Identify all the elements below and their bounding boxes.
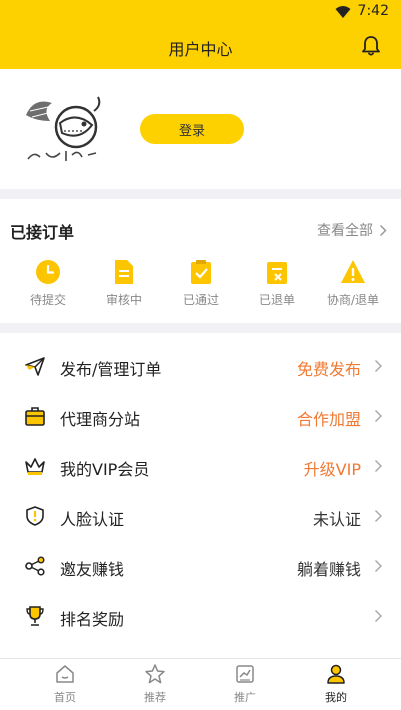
menu-value: 升级VIP bbox=[303, 460, 361, 479]
menu-label: 人脸认证 bbox=[60, 510, 125, 529]
user-icon bbox=[327, 664, 345, 684]
chart-icon bbox=[236, 665, 254, 683]
clipboard-x-icon bbox=[267, 262, 287, 284]
menu-label: 邀友赚钱 bbox=[60, 560, 125, 579]
clock-icon bbox=[36, 260, 60, 284]
bell-icon[interactable] bbox=[359, 34, 383, 58]
menu-item-publish-orders[interactable]: 发布/管理订单 免费发布 bbox=[0, 342, 401, 392]
tab-home[interactable]: 首页 bbox=[35, 663, 95, 709]
menu-label: 代理商分站 bbox=[60, 410, 141, 429]
view-all-link[interactable]: 查看全部 bbox=[317, 220, 387, 240]
menu-item-ranking-rewards[interactable]: 排名奖励 bbox=[0, 592, 401, 642]
menu-label: 发布/管理订单 bbox=[60, 360, 162, 379]
warning-icon bbox=[341, 260, 365, 283]
status-time: 7:42 bbox=[357, 3, 389, 19]
order-status-negotiation[interactable]: 协商/退单 bbox=[315, 259, 391, 315]
chevron-right-icon bbox=[374, 509, 383, 523]
menu-value: 躺着赚钱 bbox=[296, 560, 361, 579]
bottom-tab-bar: 首页 推荐 推广 我的 bbox=[0, 658, 401, 710]
document-icon bbox=[115, 260, 133, 284]
home-icon bbox=[56, 665, 74, 683]
menu-item-vip[interactable]: 我的VIP会员 升级VIP bbox=[0, 442, 401, 492]
tab-label: 推广 bbox=[234, 691, 256, 704]
order-status-returned[interactable]: 已退单 bbox=[239, 259, 315, 315]
fish-logo-icon bbox=[26, 96, 101, 161]
menu-item-agent-station[interactable]: 代理商分站 合作加盟 bbox=[0, 392, 401, 442]
order-label: 审核中 bbox=[105, 293, 142, 307]
order-status-approved[interactable]: 已通过 bbox=[163, 259, 239, 315]
chevron-right-icon bbox=[374, 359, 383, 373]
crown-icon bbox=[25, 458, 45, 475]
order-status-reviewing[interactable]: 审核中 bbox=[86, 259, 162, 315]
app-header: 用户中心 bbox=[0, 24, 401, 69]
tab-label: 我的 bbox=[325, 691, 347, 704]
chevron-right-icon bbox=[379, 224, 387, 236]
wifi-icon bbox=[335, 6, 351, 18]
tab-recommend[interactable]: 推荐 bbox=[125, 663, 185, 709]
login-button[interactable]: 登录 bbox=[140, 114, 244, 144]
trophy-icon bbox=[26, 606, 44, 626]
orders-section: 已接订单 查看全部 待提交 审核中 已通过 已退单 协商/退单 bbox=[0, 199, 401, 323]
chevron-right-icon bbox=[374, 459, 383, 473]
share-icon bbox=[25, 556, 45, 576]
tab-promote[interactable]: 推广 bbox=[215, 663, 275, 709]
order-status-pending[interactable]: 待提交 bbox=[10, 259, 86, 315]
tab-mine[interactable]: 我的 bbox=[306, 663, 366, 709]
chevron-right-icon bbox=[374, 559, 383, 573]
chevron-right-icon bbox=[374, 409, 383, 423]
paper-plane-icon bbox=[25, 357, 45, 376]
star-icon bbox=[145, 664, 165, 684]
order-label: 待提交 bbox=[29, 293, 66, 307]
menu-label: 我的VIP会员 bbox=[60, 460, 150, 479]
chevron-right-icon bbox=[374, 609, 383, 623]
menu-value: 免费发布 bbox=[296, 360, 361, 379]
briefcase-icon bbox=[25, 407, 45, 426]
profile-card: 登录 bbox=[0, 69, 401, 189]
order-label: 已通过 bbox=[182, 293, 219, 307]
menu-item-invite-friends[interactable]: 邀友赚钱 躺着赚钱 bbox=[0, 542, 401, 592]
order-label: 协商/退单 bbox=[326, 293, 380, 307]
orders-title: 已接订单 bbox=[10, 223, 75, 242]
view-all-label: 查看全部 bbox=[317, 223, 373, 239]
menu-item-face-verification[interactable]: 人脸认证 未认证 bbox=[0, 492, 401, 542]
shield-icon bbox=[26, 506, 44, 526]
tab-label: 推荐 bbox=[144, 691, 166, 704]
order-label: 已退单 bbox=[258, 293, 295, 307]
tab-label: 首页 bbox=[54, 691, 76, 704]
status-bar: 7:42 bbox=[0, 0, 401, 24]
page-title: 用户中心 bbox=[168, 40, 233, 59]
clipboard-check-icon bbox=[191, 260, 211, 284]
menu-label: 排名奖励 bbox=[60, 610, 125, 629]
menu-value: 合作加盟 bbox=[296, 410, 361, 429]
menu-list: 发布/管理订单 免费发布 代理商分站 合作加盟 我的VIP会员 升级VIP 人脸… bbox=[0, 333, 401, 660]
menu-value: 未认证 bbox=[312, 510, 361, 529]
